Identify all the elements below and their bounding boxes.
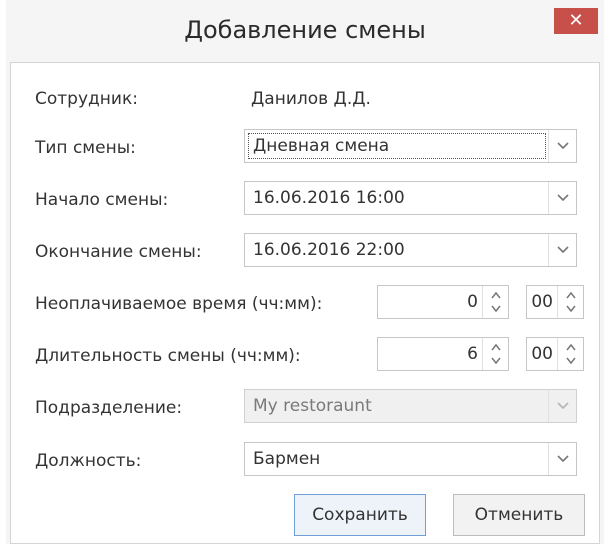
department-label: Подразделение: [35, 398, 183, 418]
shift-start-value: 16.06.2016 16:00 [253, 188, 405, 208]
chevron-down-icon[interactable] [548, 443, 576, 475]
chevron-down-icon [548, 390, 576, 422]
chevron-down-icon[interactable] [548, 130, 576, 162]
dialog-title: Добавление смены [184, 16, 426, 44]
employee-value: Данилов Д.Д. [251, 89, 371, 109]
chevron-down-icon[interactable] [548, 182, 576, 214]
shift-end-label: Окончание смены: [35, 242, 202, 262]
duration-minutes-spinner[interactable]: 00 [526, 337, 584, 371]
duration-minutes-value: 00 [531, 344, 553, 364]
dialog-content: Сотрудник: Данилов Д.Д. Тип смены: Дневн… [10, 62, 600, 544]
cancel-button[interactable]: Отменить [453, 494, 585, 536]
unpaid-minutes-value: 00 [531, 292, 553, 312]
employee-label: Сотрудник: [35, 89, 138, 109]
position-select[interactable]: Бармен [244, 442, 577, 476]
department-select: My restoraunt [244, 389, 577, 423]
position-value: Бармен [253, 449, 321, 469]
up-down-arrows-icon[interactable] [482, 286, 508, 318]
duration-hours-value: 6 [467, 344, 478, 364]
shift-type-value: Дневная смена [253, 136, 390, 156]
up-down-arrows-icon[interactable] [482, 338, 508, 370]
title-bar: Добавление смены ✕ [6, 0, 604, 62]
position-label: Должность: [35, 451, 142, 471]
duration-hours-spinner[interactable]: 6 [377, 337, 509, 371]
add-shift-dialog: Добавление смены ✕ Сотрудник: Данилов Д.… [6, 0, 604, 544]
shift-start-label: Начало смены: [35, 190, 169, 210]
unpaid-minutes-spinner[interactable]: 00 [526, 285, 584, 319]
shift-start-picker[interactable]: 16.06.2016 16:00 [244, 181, 577, 215]
up-down-arrows-icon[interactable] [557, 338, 583, 370]
shift-duration-label: Длительность смены (чч:мм): [35, 346, 301, 366]
shift-type-label: Тип смены: [35, 138, 136, 158]
department-value: My restoraunt [253, 396, 372, 416]
unpaid-hours-spinner[interactable]: 0 [377, 285, 509, 319]
shift-end-value: 16.06.2016 22:00 [253, 240, 405, 260]
unpaid-hours-value: 0 [467, 292, 478, 312]
close-button[interactable]: ✕ [554, 8, 598, 34]
unpaid-time-label: Неоплачиваемое время (чч:мм): [35, 294, 323, 314]
shift-end-picker[interactable]: 16.06.2016 22:00 [244, 233, 577, 267]
shift-type-select[interactable]: Дневная смена [244, 129, 577, 163]
up-down-arrows-icon[interactable] [557, 286, 583, 318]
save-button[interactable]: Сохранить [294, 494, 426, 536]
chevron-down-icon[interactable] [548, 234, 576, 266]
close-icon: ✕ [568, 10, 584, 31]
